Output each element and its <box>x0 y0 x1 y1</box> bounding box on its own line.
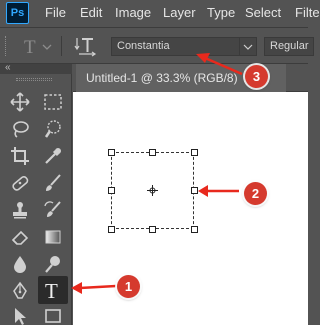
type-tool-preset-icon: T <box>24 37 36 58</box>
options-bar: T Constantia Regular <box>0 27 314 64</box>
collapse-panel-icon[interactable]: « <box>5 62 10 73</box>
dodge-tool[interactable] <box>40 252 66 276</box>
options-bar-grip[interactable] <box>5 36 9 56</box>
transform-handle-bottom-left[interactable] <box>108 226 115 233</box>
crop-icon <box>11 147 29 165</box>
cursor-arrow-icon <box>15 308 26 325</box>
type-tool[interactable]: T <box>38 276 68 304</box>
quick-selection-tool[interactable] <box>40 117 66 141</box>
transform-handle-right[interactable] <box>191 187 198 194</box>
blur-tool[interactable] <box>7 252 33 276</box>
blur-drop-icon <box>14 256 26 273</box>
rectangle-tool[interactable] <box>40 304 66 325</box>
menu-edit[interactable]: Edit <box>80 5 102 20</box>
move-tool[interactable] <box>7 90 33 114</box>
document-title: Untitled-1 @ 33.3% (RGB/8) <box>86 71 238 85</box>
tools-panel-grip[interactable] <box>16 78 52 81</box>
text-orientation-button[interactable] <box>74 35 98 57</box>
transform-handle-bottom-right[interactable] <box>191 226 198 233</box>
history-brush-icon <box>44 201 61 217</box>
spot-healing-brush-tool[interactable] <box>7 171 33 195</box>
path-selection-tool[interactable] <box>7 304 33 325</box>
lasso-icon <box>13 121 29 138</box>
transform-handle-top[interactable] <box>149 149 156 156</box>
eraser-icon <box>11 230 29 245</box>
quick-selection-icon <box>44 120 61 138</box>
document-tab-bar: Untitled-1 @ 33.3% (RGB/8) <box>73 64 308 92</box>
dodge-icon <box>45 256 60 273</box>
brush-icon <box>46 174 61 191</box>
eraser-tool[interactable] <box>7 225 33 249</box>
transform-handle-left[interactable] <box>108 187 115 194</box>
marquee-icon <box>44 94 62 110</box>
transform-handle-top-right[interactable] <box>191 149 198 156</box>
gradient-tool[interactable] <box>40 225 66 249</box>
menu-type[interactable]: Type <box>207 5 235 20</box>
svg-text:T: T <box>45 279 58 301</box>
rectangle-shape-icon <box>45 309 61 323</box>
font-family-dropdown-button[interactable] <box>239 38 256 55</box>
menu-layer[interactable]: Layer <box>163 5 196 20</box>
move-icon <box>10 92 30 112</box>
tools-panel-header: « <box>0 62 72 74</box>
bandage-icon <box>12 175 29 191</box>
callout-badge-1: 1 <box>117 275 140 298</box>
reference-point-icon <box>147 185 158 196</box>
menu-select[interactable]: Select <box>245 5 281 20</box>
stamp-icon <box>13 202 27 219</box>
menu-filter[interactable]: Filter <box>295 5 320 20</box>
history-brush-tool[interactable] <box>40 198 66 222</box>
menu-file[interactable]: File <box>45 5 66 20</box>
callout-badge-3: 3 <box>245 65 268 88</box>
transform-handle-bottom[interactable] <box>149 226 156 233</box>
pen-tool[interactable] <box>7 279 33 303</box>
chevron-down-icon <box>42 44 52 50</box>
clone-stamp-tool[interactable] <box>7 198 33 222</box>
tools-panel: « T <box>0 62 72 325</box>
callout-badge-2: 2 <box>244 182 267 205</box>
font-family-value: Constantia <box>117 40 170 52</box>
transform-handle-top-left[interactable] <box>108 149 115 156</box>
type-tool-icon: T <box>45 279 58 301</box>
menu-bar: Ps File Edit Image Layer Type Select Fil… <box>0 0 320 27</box>
eyedropper-tool[interactable] <box>40 144 66 168</box>
brush-tool[interactable] <box>40 171 66 195</box>
crop-tool[interactable] <box>7 144 33 168</box>
text-orientation-icon <box>74 38 97 57</box>
lasso-tool[interactable] <box>7 117 33 141</box>
pen-icon <box>13 281 27 299</box>
gradient-icon <box>45 230 61 244</box>
font-style-select[interactable]: Regular <box>264 37 314 56</box>
menu-image[interactable]: Image <box>115 5 151 20</box>
chevron-down-icon <box>243 44 253 50</box>
font-style-value: Regular <box>270 40 309 52</box>
tool-preset-picker[interactable]: T <box>18 34 52 58</box>
options-separator <box>61 36 62 56</box>
font-family-select[interactable]: Constantia <box>111 37 257 56</box>
eyedropper-icon <box>45 148 61 164</box>
photoshop-logo: Ps <box>6 2 29 24</box>
rectangular-marquee-tool[interactable] <box>40 90 66 114</box>
